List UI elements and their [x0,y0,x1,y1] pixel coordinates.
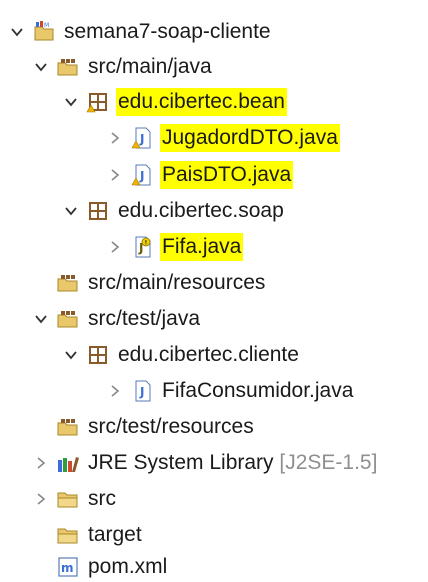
package-icon [86,343,110,367]
tree-item-pkg-bean[interactable]: edu.cibertec.bean [60,87,287,117]
jre-name: JRE System Library [88,451,274,474]
svg-text:M: M [44,22,49,29]
tree-item-file-fifa[interactable]: J ! Fifa.java [104,232,244,262]
chevron-down-icon[interactable] [6,21,28,43]
chevron-down-icon[interactable] [60,200,82,222]
java-file-icon: J [130,379,154,403]
maven-project-icon: M [32,20,56,44]
tree-item-src-test-resources[interactable]: src/test/resources [56,412,256,442]
tree-item-pom[interactable]: m pom.xml [56,552,169,582]
chevron-right-icon[interactable] [30,488,52,510]
jre-label: JRE System Library [J2SE-1.5] [86,449,379,477]
folder-icon [56,523,80,547]
svg-text:!: ! [145,240,148,247]
chevron-down-icon[interactable] [60,91,82,113]
file-fifa-label: Fifa.java [160,233,244,261]
tree-item-file-pais[interactable]: J PaisDTO.java [104,160,294,190]
tree-item-file-jugador[interactable]: J JugadordDTO.java [104,123,340,153]
pkg-bean-label: edu.cibertec.bean [116,88,287,116]
tree-item-pkg-soap[interactable]: edu.cibertec.soap [60,196,286,226]
jre-decoration: [J2SE-1.5] [279,451,378,474]
tree-item-src[interactable]: src [30,484,118,514]
chevron-right-icon[interactable] [30,452,52,474]
package-icon [86,199,110,223]
pom-label: pom.xml [88,555,168,578]
chevron-down-icon[interactable] [30,56,52,78]
source-folder-icon [56,307,80,331]
source-folder-icon [56,415,80,439]
pkg-cliente-label: edu.cibertec.cliente [118,343,299,366]
chevron-right-icon[interactable] [104,127,126,149]
svg-text:J: J [139,385,144,399]
tree-item-target[interactable]: target [56,520,144,550]
target-label: target [88,523,142,546]
tree-item-pkg-cliente[interactable]: edu.cibertec.cliente [60,340,301,370]
tree-item-jre[interactable]: JRE System Library [J2SE-1.5] [30,448,379,478]
svg-text:J: J [139,132,144,146]
project-explorer-tree: M semana7-soap-cliente src/main/java edu… [0,0,428,580]
chevron-down-icon[interactable] [60,344,82,366]
java-file-warning-icon: J [130,126,154,150]
chevron-down-icon[interactable] [30,308,52,330]
java-file-warning-icon: J [130,163,154,187]
source-folder-icon [56,55,80,79]
tree-item-file-consumidor[interactable]: J FifaConsumidor.java [104,376,355,406]
tree-item-src-main-java[interactable]: src/main/java [30,52,214,82]
src-label: src [88,487,116,510]
java-interface-file-icon: J ! [130,235,154,259]
svg-text:m: m [61,561,74,575]
folder-icon [56,487,80,511]
chevron-right-icon[interactable] [104,380,126,402]
tree-item-project[interactable]: M semana7-soap-cliente [6,17,273,47]
chevron-right-icon[interactable] [104,236,126,258]
maven-pom-icon: m [56,555,80,579]
library-icon [56,451,80,475]
chevron-right-icon[interactable] [104,164,126,186]
src-test-resources-label: src/test/resources [88,415,254,438]
src-main-resources-label: src/main/resources [88,271,266,294]
tree-item-src-test-java[interactable]: src/test/java [30,304,202,334]
file-jugador-label: JugadordDTO.java [160,124,340,152]
file-pais-label: PaisDTO.java [160,161,294,189]
package-warning-icon [86,90,110,114]
project-label: semana7-soap-cliente [64,20,271,43]
svg-text:J: J [139,169,144,183]
tree-item-src-main-resources[interactable]: src/main/resources [56,268,267,298]
src-main-java-label: src/main/java [88,55,212,78]
file-consumidor-label: FifaConsumidor.java [162,379,354,402]
source-folder-icon [56,271,80,295]
src-test-java-label: src/test/java [88,307,201,330]
pkg-soap-label: edu.cibertec.soap [118,199,284,222]
